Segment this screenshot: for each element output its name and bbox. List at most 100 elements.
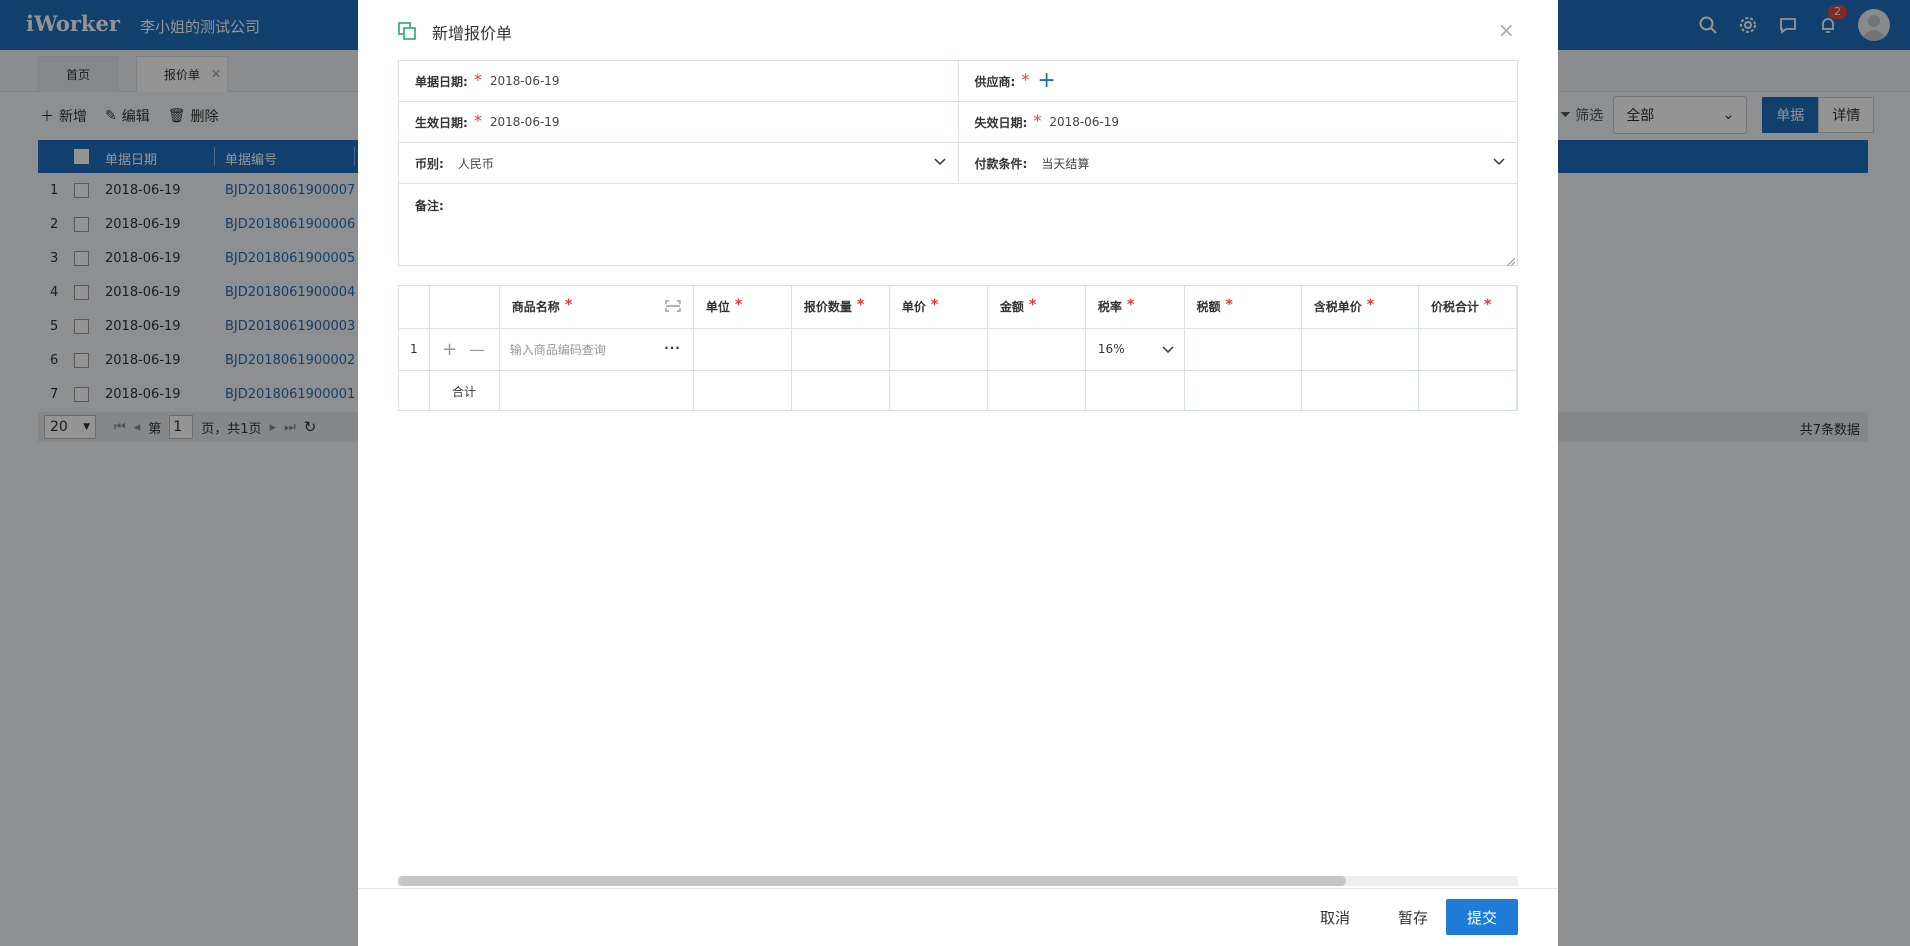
grid-header-cell: 税额 * bbox=[1184, 286, 1302, 329]
payment-terms-select[interactable]: 付款条件: 当天结算 bbox=[957, 143, 1518, 183]
horizontal-scrollbar[interactable] bbox=[398, 876, 1518, 886]
grid-cell bbox=[791, 370, 890, 410]
grid-row: 1 + — 输入商品编码查询 ··· 16% bbox=[399, 328, 1517, 371]
grid-header-cell: 单价 * bbox=[889, 286, 988, 329]
expire-date-value: 2018-06-19 bbox=[1049, 115, 1120, 129]
add-row-icon[interactable]: + bbox=[442, 339, 457, 360]
save-draft-button[interactable]: 暂存 bbox=[1388, 899, 1438, 935]
column-label: 税额 bbox=[1196, 300, 1221, 315]
form-row: 生效日期: * 2018-06-19 失效日期: * 2018-06-19 bbox=[399, 102, 1517, 143]
row-number: 1 bbox=[399, 328, 431, 371]
column-label: 金额 bbox=[999, 300, 1024, 315]
column-label: 单位 bbox=[705, 300, 730, 315]
scrollbar-thumb[interactable] bbox=[398, 876, 1346, 886]
bill-date-field[interactable]: 单据日期: * 2018-06-19 bbox=[399, 61, 958, 101]
column-label: 价税合计 bbox=[1430, 300, 1479, 315]
grid-header-cell bbox=[399, 286, 431, 329]
grid-header-cell: 税率 * bbox=[1085, 286, 1185, 329]
grid-header-cell: 价税合计 * bbox=[1418, 286, 1517, 329]
row-actions: + — bbox=[429, 328, 500, 371]
grid-header-cell bbox=[429, 286, 500, 329]
required-mark: * bbox=[1028, 297, 1037, 314]
quantity-cell[interactable] bbox=[791, 328, 890, 371]
product-name-input[interactable]: 输入商品编码查询 ··· bbox=[499, 328, 694, 371]
grid-header-cell: 单位 * bbox=[693, 286, 792, 329]
chevron-down-icon bbox=[1493, 155, 1505, 170]
required-mark: * bbox=[564, 297, 573, 314]
resize-handle-icon[interactable] bbox=[1506, 255, 1516, 267]
grid-cell bbox=[1418, 370, 1517, 410]
form-row: 币别: 人民币 付款条件: 当天结算 bbox=[399, 143, 1517, 184]
grid-header-cell: 报价数量 * bbox=[791, 286, 890, 329]
expire-date-label: 失效日期: bbox=[974, 115, 1028, 130]
cancel-button[interactable]: 取消 bbox=[1310, 899, 1360, 935]
required-mark: * bbox=[1225, 297, 1233, 314]
total-with-tax-cell[interactable] bbox=[1418, 328, 1517, 371]
column-label: 商品名称 bbox=[511, 300, 560, 315]
grid-cell bbox=[399, 370, 431, 410]
column-label: 单价 bbox=[901, 300, 926, 315]
supplier-field[interactable]: 供应商: * + bbox=[957, 61, 1518, 101]
product-name-placeholder: 输入商品编码查询 bbox=[509, 342, 606, 357]
payment-terms-value: 当天结算 bbox=[1041, 156, 1090, 171]
modal-title: 新增报价单 bbox=[432, 24, 513, 43]
required-mark: * bbox=[1483, 297, 1492, 314]
tax-rate-select[interactable]: 16% bbox=[1085, 328, 1185, 371]
expire-date-field[interactable]: 失效日期: * 2018-06-19 bbox=[957, 102, 1518, 142]
grid-cell bbox=[1085, 370, 1185, 410]
remark-textarea[interactable]: 备注: bbox=[399, 184, 1517, 267]
grid-cell bbox=[1184, 370, 1302, 410]
footer-divider bbox=[358, 888, 1558, 889]
bill-date-label: 单据日期: bbox=[415, 74, 468, 89]
grid-header-cell: 含税单价 * bbox=[1301, 286, 1419, 329]
amount-cell[interactable] bbox=[987, 328, 1086, 371]
remark-label: 备注: bbox=[415, 199, 444, 213]
effective-date-field[interactable]: 生效日期: * 2018-06-19 bbox=[399, 102, 958, 142]
add-document-icon bbox=[398, 22, 416, 40]
add-supplier-icon[interactable]: + bbox=[1037, 70, 1055, 92]
grid-header: 商品名称 * 单位 * 报价数量 * 单价 * 金额 * 税率 * 税额 * 含税单价 * 价税… bbox=[399, 286, 1517, 329]
grid-header-cell: 金额 * bbox=[987, 286, 1086, 329]
tax-inclusive-price-cell[interactable] bbox=[1301, 328, 1419, 371]
submit-button[interactable]: 提交 bbox=[1446, 899, 1518, 935]
required-mark: * bbox=[1033, 110, 1042, 130]
currency-select[interactable]: 币别: 人民币 bbox=[399, 143, 958, 183]
payment-terms-label: 付款条件: bbox=[974, 156, 1028, 171]
required-mark: * bbox=[1366, 297, 1375, 314]
product-grid: 商品名称 * 单位 * 报价数量 * 单价 * 金额 * 税率 * 税额 * 含税单价 * 价税… bbox=[398, 285, 1518, 411]
column-label: 报价数量 bbox=[803, 300, 852, 315]
chevron-down-icon bbox=[933, 155, 946, 170]
required-mark: * bbox=[1021, 69, 1030, 89]
required-mark: * bbox=[473, 110, 482, 130]
grid-header-cell: 商品名称 * bbox=[499, 286, 694, 329]
price-cell[interactable] bbox=[889, 328, 988, 371]
quotation-modal: 新增报价单 × 单据日期: * 2018-06-19 供应商: * + 生效日期: *… bbox=[358, 0, 1558, 946]
required-mark: * bbox=[734, 297, 743, 314]
currency-label: 币别: bbox=[415, 156, 444, 171]
effective-date-label: 生效日期: bbox=[415, 115, 468, 130]
column-label: 含税单价 bbox=[1313, 300, 1362, 315]
product-table: 商品名称 * 单位 * 报价数量 * 单价 * 金额 * 税率 * 税额 * 含税单价 * 价税… bbox=[399, 286, 1517, 410]
grid-cell bbox=[987, 370, 1086, 410]
required-mark: * bbox=[1126, 297, 1135, 314]
required-mark: * bbox=[473, 69, 482, 89]
grid-total-row: 合计 bbox=[399, 370, 1517, 410]
unit-cell[interactable] bbox=[693, 328, 792, 371]
close-icon[interactable]: × bbox=[1498, 18, 1515, 42]
total-label: 合计 bbox=[429, 370, 500, 410]
column-label: 税率 bbox=[1097, 300, 1122, 315]
chevron-down-icon bbox=[1161, 343, 1174, 358]
tax-rate-value: 16% bbox=[1097, 342, 1125, 356]
tax-amount-cell[interactable] bbox=[1184, 328, 1302, 371]
bill-date-value: 2018-06-19 bbox=[489, 74, 560, 88]
grid-cell bbox=[693, 370, 792, 410]
effective-date-value: 2018-06-19 bbox=[489, 115, 560, 129]
supplier-label: 供应商: bbox=[974, 74, 1016, 89]
more-icon[interactable]: ··· bbox=[664, 341, 681, 355]
form-row: 单据日期: * 2018-06-19 供应商: * + bbox=[399, 61, 1517, 102]
required-mark: * bbox=[930, 297, 939, 314]
required-mark: * bbox=[856, 297, 865, 314]
quotation-form: 单据日期: * 2018-06-19 供应商: * + 生效日期: * 2018-06… bbox=[398, 60, 1518, 267]
remove-row-icon[interactable]: — bbox=[469, 340, 485, 359]
scan-icon[interactable] bbox=[665, 300, 681, 315]
